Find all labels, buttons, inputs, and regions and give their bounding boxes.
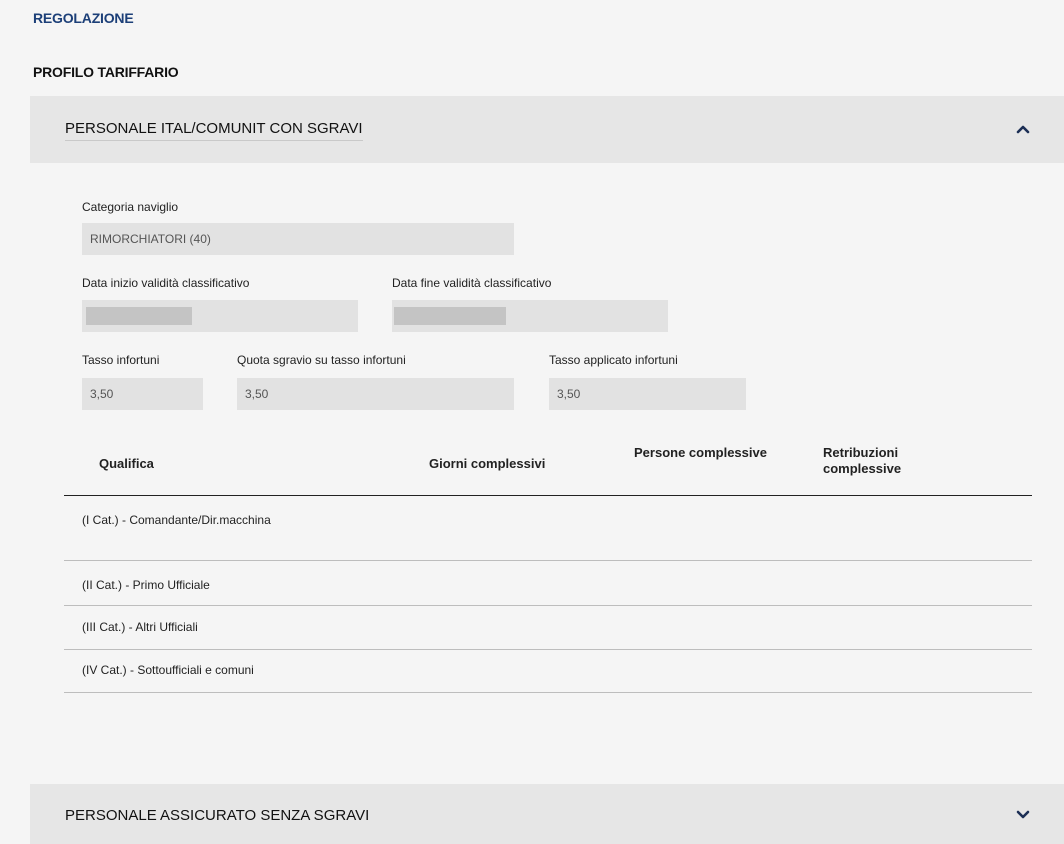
row-divider — [64, 560, 1032, 561]
quota-sgravio-label: Quota sgravio su tasso infortuni — [237, 353, 406, 367]
data-fine-label: Data fine validità classificativo — [392, 276, 552, 290]
categoria-naviglio-label: Categoria naviglio — [82, 200, 179, 214]
redacted-value — [86, 307, 192, 325]
data-inizio-field — [82, 300, 358, 332]
table-header-divider — [64, 495, 1032, 496]
accordion-title: PERSONALE ASSICURATO SENZA SGRAVI — [65, 807, 370, 824]
accordion-personale-con-sgravi[interactable]: PERSONALE ITAL/COMUNIT CON SGRAVI — [30, 96, 1064, 163]
accordion-personale-senza-sgravi[interactable]: PERSONALE ASSICURATO SENZA SGRAVI — [30, 784, 1064, 844]
table-row: (II Cat.) - Primo Ufficiale — [82, 578, 210, 592]
table-row: (IV Cat.) - Sottoufficiali e comuni — [82, 663, 254, 677]
table-row: (III Cat.) - Altri Ufficiali — [82, 620, 198, 634]
chevron-up-icon[interactable] — [1016, 124, 1030, 134]
col-header-persone: Persone complessive — [634, 445, 767, 460]
chevron-down-icon[interactable] — [1016, 810, 1030, 820]
tasso-applicato-label: Tasso applicato infortuni — [549, 353, 678, 367]
regolazione-link[interactable]: REGOLAZIONE — [33, 10, 134, 26]
profilo-tariffario-heading: PROFILO TARIFFARIO — [33, 64, 179, 80]
redacted-value — [394, 307, 506, 325]
col-header-qualifica: Qualifica — [99, 456, 154, 471]
tasso-applicato-field: 3,50 — [549, 378, 746, 410]
col-header-retribuzioni: Retribuzioni complessive — [823, 445, 902, 476]
row-divider — [64, 692, 1032, 693]
data-fine-field — [392, 300, 668, 332]
row-divider — [64, 649, 1032, 650]
categoria-naviglio-field: RIMORCHIATORI (40) — [82, 223, 514, 255]
row-divider — [64, 605, 1032, 606]
accordion-title: PERSONALE ITAL/COMUNIT CON SGRAVI — [65, 120, 363, 141]
tasso-infortuni-field: 3,50 — [82, 378, 203, 410]
table-row: (I Cat.) - Comandante/Dir.macchina — [82, 513, 271, 527]
col-header-giorni: Giorni complessivi — [429, 456, 546, 471]
quota-sgravio-field: 3,50 — [237, 378, 514, 410]
data-inizio-label: Data inizio validità classificativo — [82, 276, 250, 290]
tasso-infortuni-label: Tasso infortuni — [82, 353, 160, 367]
